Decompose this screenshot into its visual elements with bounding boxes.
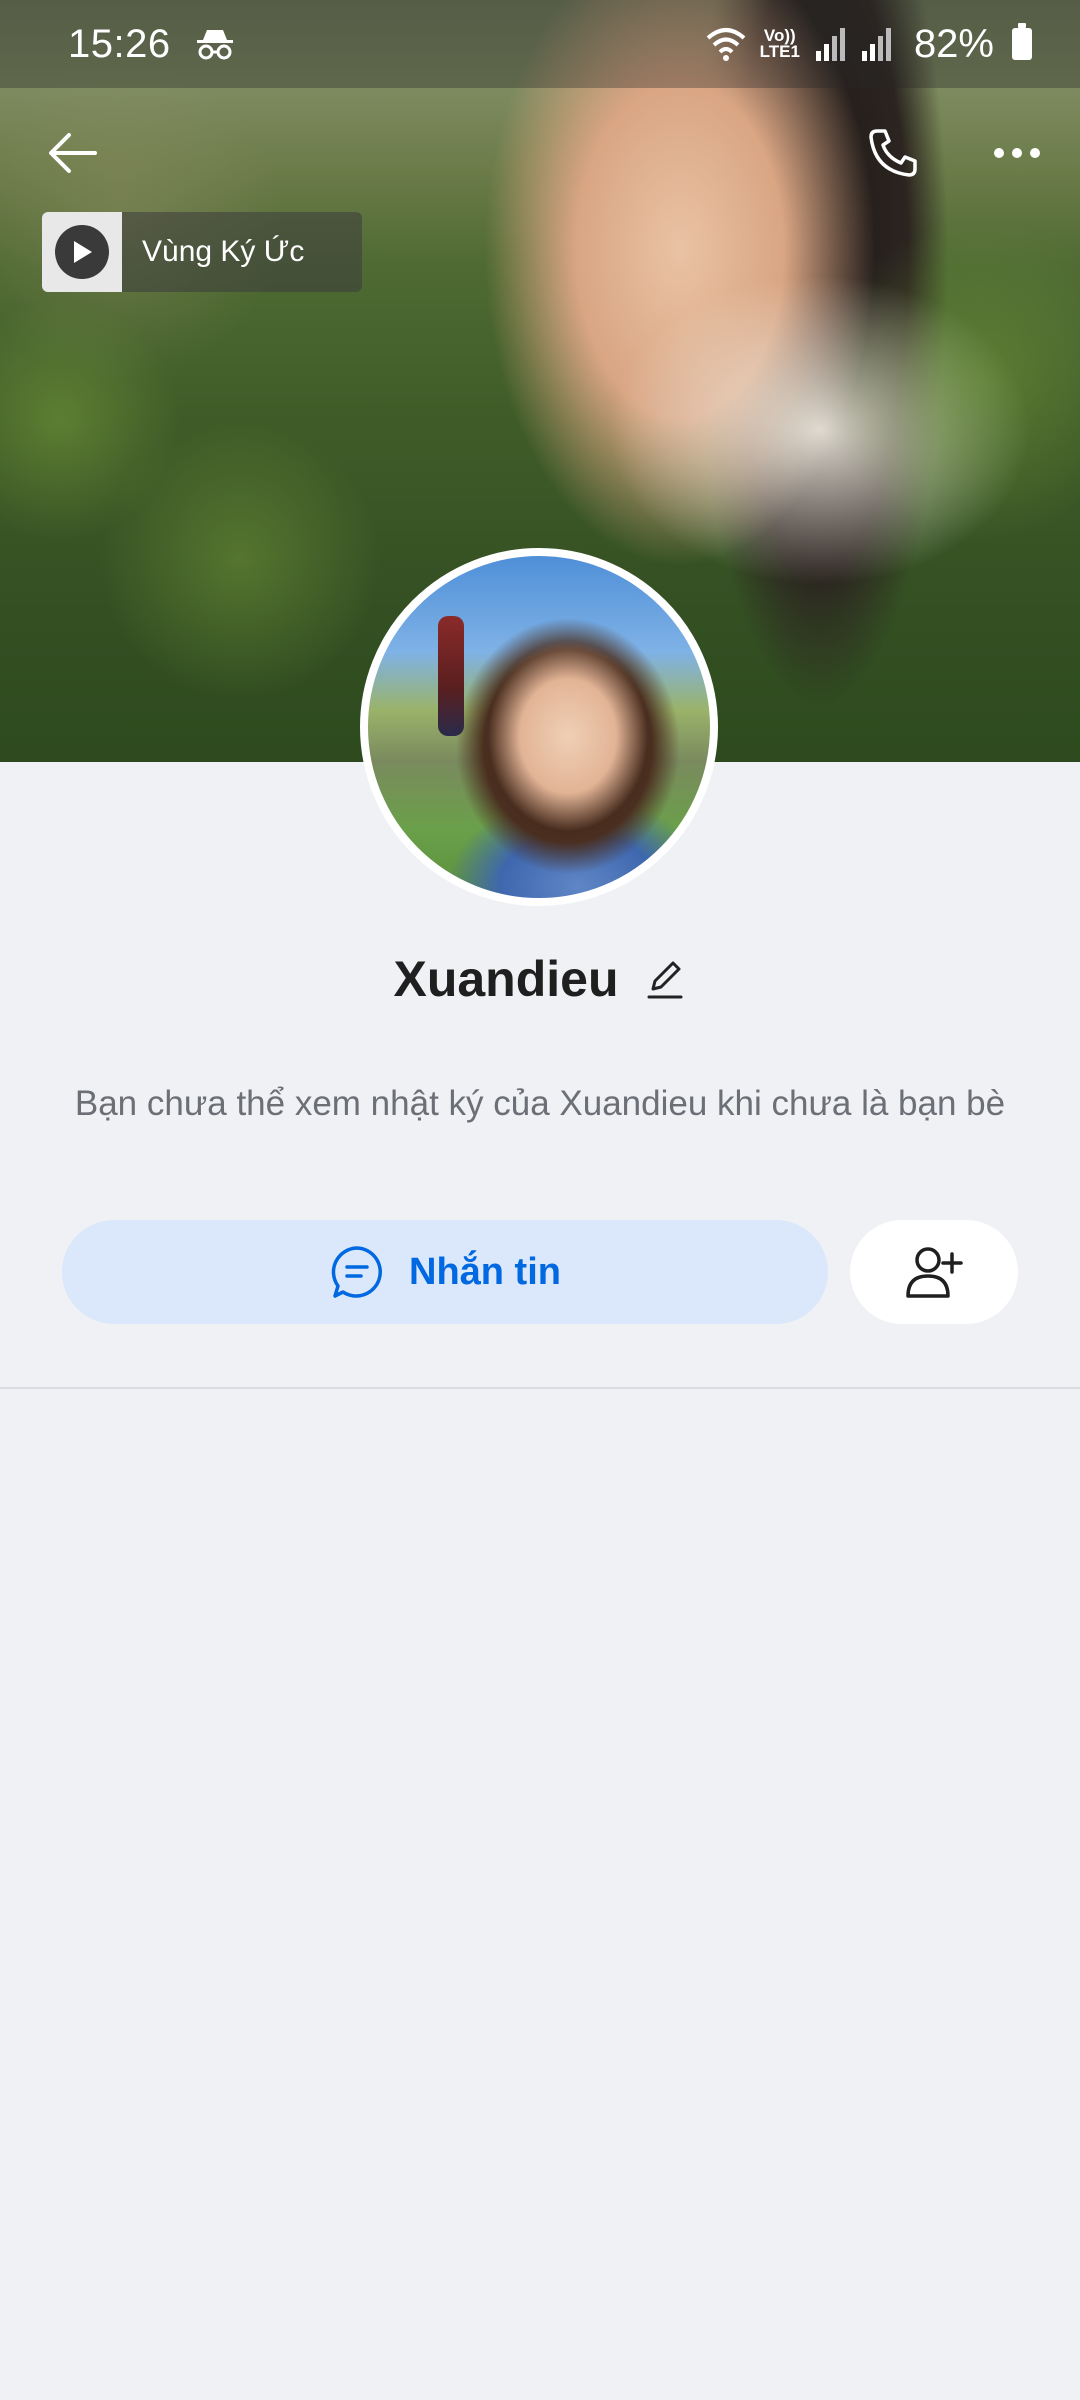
add-user-icon (906, 1247, 963, 1298)
battery-icon (1012, 23, 1032, 60)
lte-label: LTE1 (759, 42, 800, 61)
signal-icon (861, 28, 891, 61)
pencil-icon[interactable] (643, 957, 687, 1001)
divider (0, 1387, 1080, 1389)
message-button[interactable]: Nhắn tin (62, 1220, 828, 1324)
chat-bubble-icon (331, 1246, 382, 1298)
profile-screen: 15:26 Vo)) LTE1 82% Vùng Ký Ức Xuandieu … (0, 0, 1080, 2400)
volte-indicator: Vo)) LTE1 (759, 27, 800, 61)
message-label: Nhắn tin (409, 1250, 561, 1293)
incognito-icon (196, 30, 233, 60)
status-time: 15:26 (68, 21, 171, 66)
music-cover (42, 212, 122, 292)
profile-name: Xuandieu (393, 951, 619, 1007)
add-friend-button[interactable] (850, 1220, 1018, 1324)
wifi-icon (706, 28, 745, 61)
avatar[interactable] (360, 548, 718, 906)
signal-icon (815, 28, 845, 61)
phone-icon (869, 129, 917, 177)
battery-percent: 82% (913, 21, 994, 66)
status-bar: 15:26 Vo)) LTE1 82% (0, 0, 1080, 88)
more-icon (994, 148, 1040, 158)
arrow-left-icon (49, 133, 97, 173)
more-button[interactable] (982, 118, 1052, 188)
status-indicators: Vo)) LTE1 82% (706, 22, 1032, 67)
back-button[interactable] (38, 118, 108, 188)
call-button[interactable] (858, 118, 928, 188)
music-title: Vùng Ký Ức (142, 235, 305, 268)
profile-music[interactable]: Vùng Ký Ức (42, 212, 362, 292)
play-icon (55, 225, 109, 279)
privacy-notice: Bạn chưa thể xem nhật ký của Xuandieu kh… (74, 1084, 1006, 1123)
name-row: Xuandieu (0, 950, 1080, 1008)
